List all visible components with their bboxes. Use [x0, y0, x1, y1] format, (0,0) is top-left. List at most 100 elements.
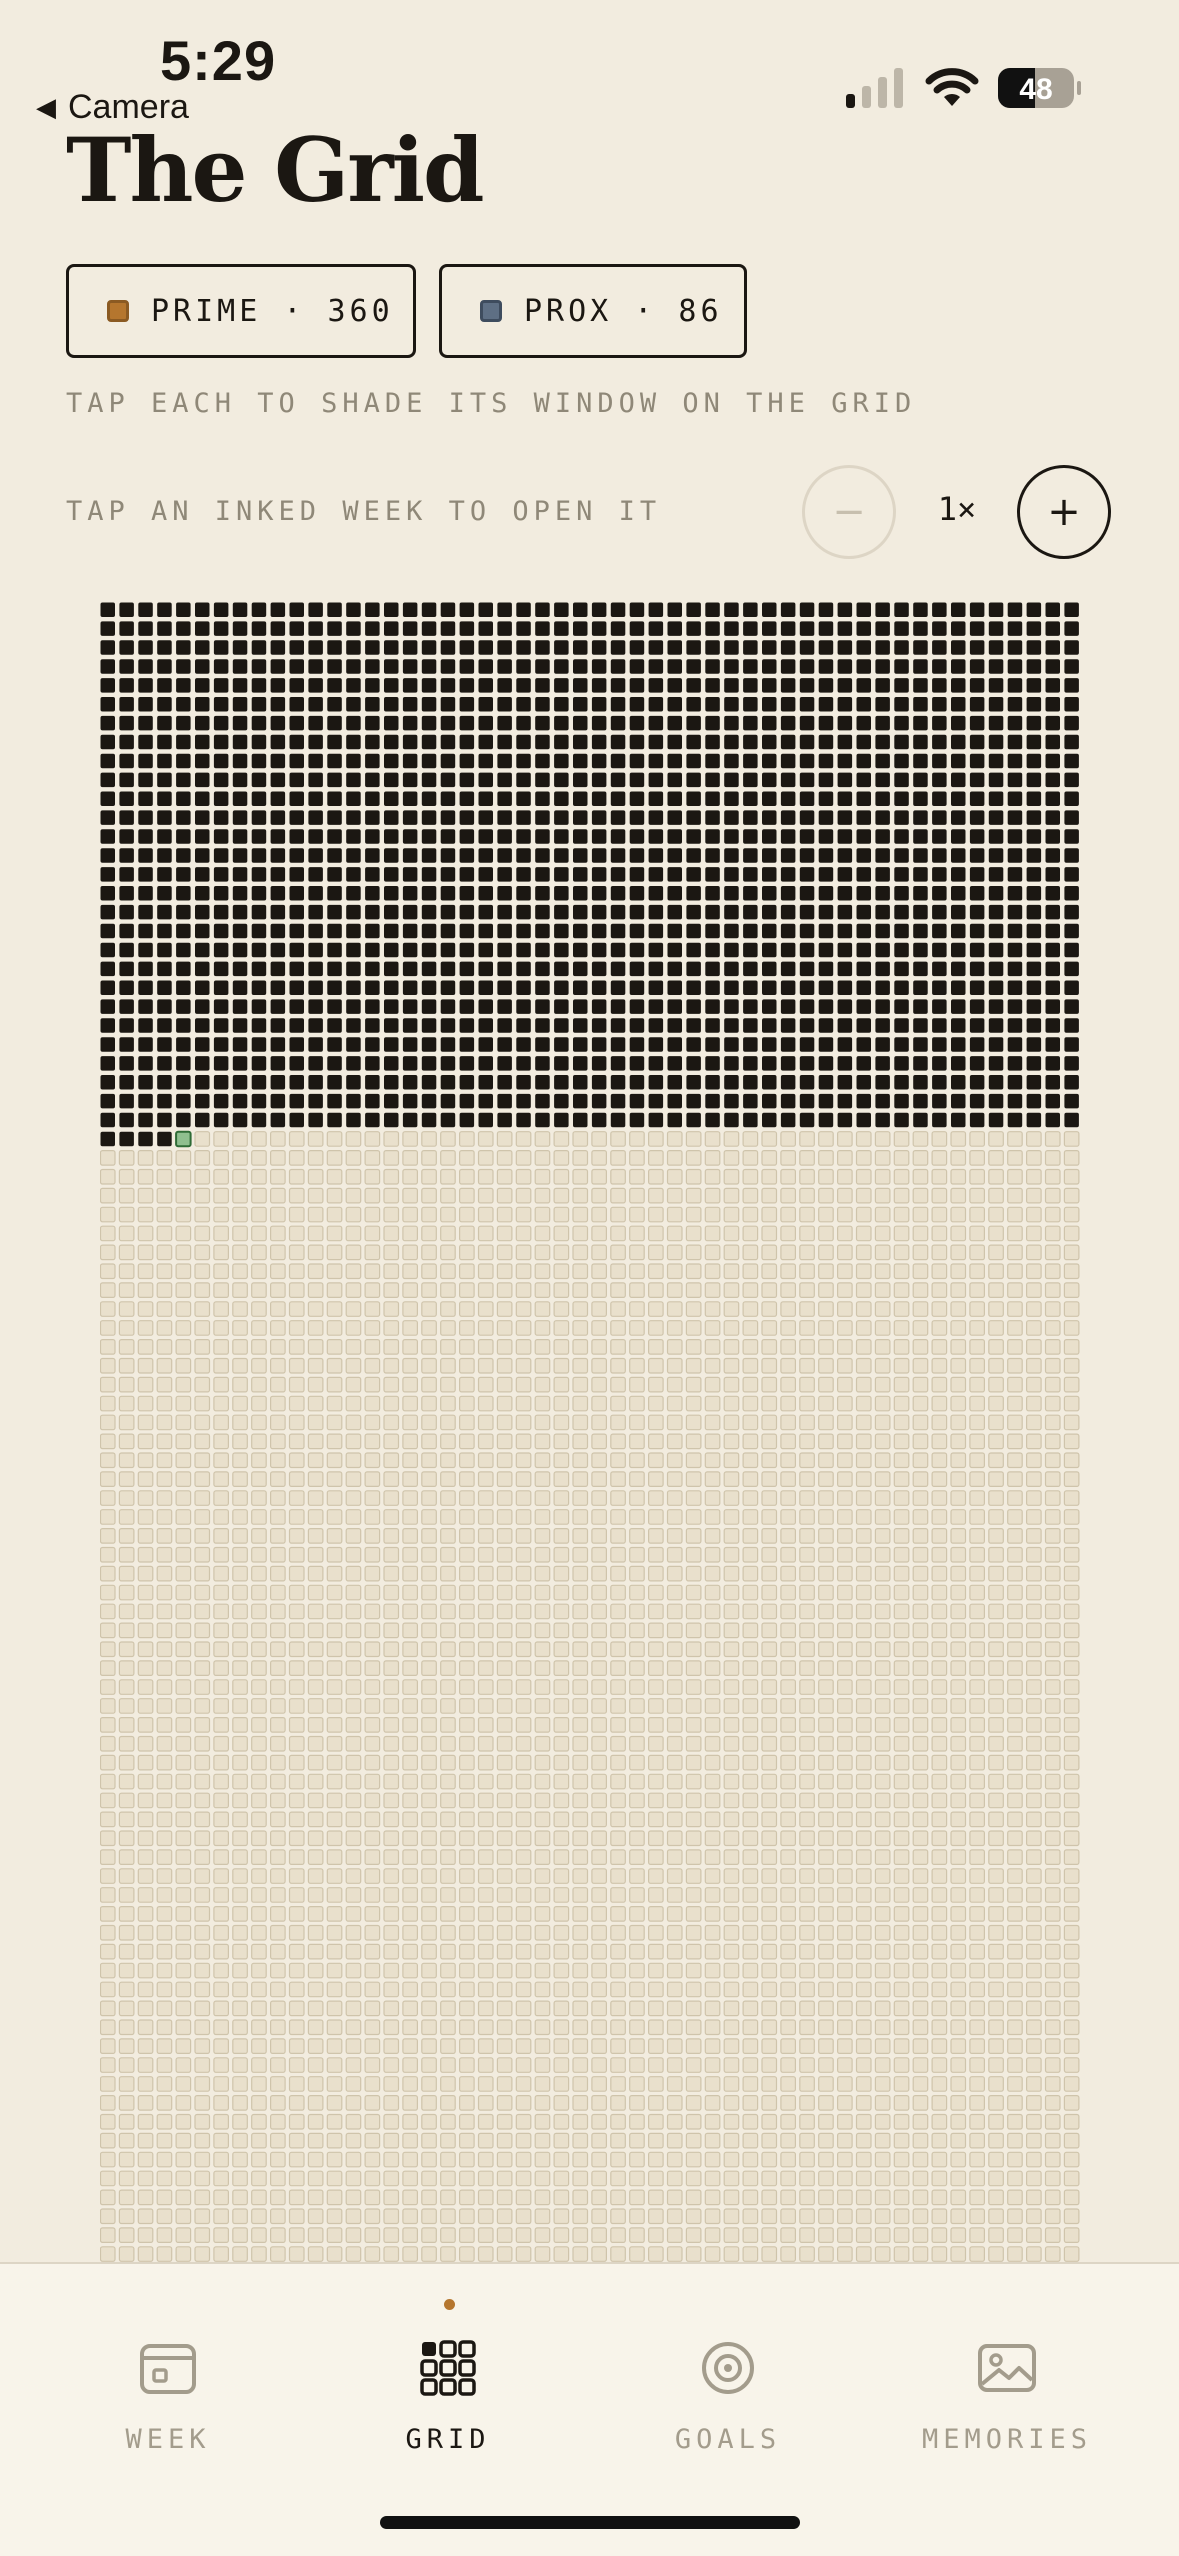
- week-cell-inked[interactable]: [591, 999, 607, 1014]
- week-cell-inked[interactable]: [705, 942, 720, 958]
- week-cell-inked[interactable]: [856, 961, 872, 977]
- week-cell-inked[interactable]: [251, 697, 267, 712]
- week-cell-inked[interactable]: [384, 1075, 399, 1090]
- week-cell-inked[interactable]: [780, 829, 796, 844]
- week-cell-inked[interactable]: [856, 1018, 872, 1033]
- week-cell-inked[interactable]: [1064, 867, 1079, 882]
- week-cell-inked[interactable]: [251, 886, 267, 901]
- week-cell-inked[interactable]: [195, 715, 210, 731]
- week-cell-inked[interactable]: [799, 640, 815, 655]
- week-cell-inked[interactable]: [1064, 942, 1079, 958]
- week-cell-inked[interactable]: [554, 867, 569, 882]
- week-cell-inked[interactable]: [213, 1075, 229, 1090]
- week-cell-inked[interactable]: [232, 697, 248, 712]
- week-cell-inked[interactable]: [969, 772, 985, 788]
- week-cell-inked[interactable]: [308, 829, 323, 844]
- week-cell-inked[interactable]: [384, 867, 399, 882]
- week-cell-inked[interactable]: [535, 904, 550, 920]
- week-cell-inked[interactable]: [421, 1112, 437, 1128]
- week-cell-inked[interactable]: [1007, 1093, 1023, 1109]
- week-cell-inked[interactable]: [988, 697, 1004, 712]
- week-cell-inked[interactable]: [421, 791, 437, 807]
- week-cell-inked[interactable]: [270, 1093, 286, 1109]
- week-cell-inked[interactable]: [837, 1112, 853, 1128]
- week-cell-inked[interactable]: [667, 810, 683, 825]
- week-cell-inked[interactable]: [799, 715, 815, 731]
- week-cell-inked[interactable]: [478, 1037, 494, 1052]
- week-cell-inked[interactable]: [818, 791, 834, 807]
- week-cell-inked[interactable]: [421, 621, 437, 636]
- week-cell-inked[interactable]: [951, 923, 966, 939]
- week-cell-inked[interactable]: [573, 659, 588, 674]
- week-cell-inked[interactable]: [138, 753, 153, 769]
- week-cell-inked[interactable]: [969, 999, 985, 1014]
- week-cell-inked[interactable]: [365, 904, 380, 920]
- week-cell-inked[interactable]: [762, 942, 777, 958]
- week-cell-inked[interactable]: [232, 659, 248, 674]
- week-cell-inked[interactable]: [195, 791, 210, 807]
- week-cell-inked[interactable]: [535, 980, 550, 996]
- week-cell-inked[interactable]: [232, 1093, 248, 1109]
- week-cell-inked[interactable]: [780, 942, 796, 958]
- week-cell-inked[interactable]: [440, 697, 456, 712]
- week-cell-inked[interactable]: [232, 1056, 248, 1071]
- week-cell-inked[interactable]: [724, 621, 739, 636]
- week-cell-inked[interactable]: [1064, 621, 1079, 636]
- week-cell-inked[interactable]: [497, 942, 512, 958]
- week-cell-inked[interactable]: [894, 1075, 909, 1090]
- week-cell-inked[interactable]: [875, 772, 890, 788]
- week-cell-inked[interactable]: [308, 678, 323, 693]
- week-cell-inked[interactable]: [762, 602, 777, 618]
- week-cell-inked[interactable]: [1045, 848, 1061, 863]
- week-cell-inked[interactable]: [837, 980, 853, 996]
- week-cell-inked[interactable]: [459, 1112, 475, 1128]
- week-cell-inked[interactable]: [289, 923, 305, 939]
- week-cell-inked[interactable]: [951, 867, 966, 882]
- week-cell-inked[interactable]: [213, 848, 229, 863]
- week-cell-inked[interactable]: [705, 1056, 720, 1071]
- week-cell-inked[interactable]: [932, 942, 947, 958]
- week-cell-inked[interactable]: [591, 1093, 607, 1109]
- week-cell-inked[interactable]: [648, 1112, 664, 1128]
- week-cell-inked[interactable]: [346, 867, 361, 882]
- week-cell-inked[interactable]: [856, 942, 872, 958]
- week-cell-inked[interactable]: [667, 791, 683, 807]
- week-cell-inked[interactable]: [440, 1037, 456, 1052]
- week-cell-inked[interactable]: [837, 621, 853, 636]
- week-cell-inked[interactable]: [894, 1056, 909, 1071]
- week-cell-inked[interactable]: [289, 886, 305, 901]
- week-cell-inked[interactable]: [270, 1056, 286, 1071]
- week-cell-inked[interactable]: [610, 1112, 626, 1128]
- week-cell-inked[interactable]: [705, 1093, 720, 1109]
- week-cell-inked[interactable]: [1045, 829, 1061, 844]
- week-cell-inked[interactable]: [327, 678, 342, 693]
- week-cell-inked[interactable]: [1026, 923, 1042, 939]
- week-cell-inked[interactable]: [648, 715, 664, 731]
- week-cell-inked[interactable]: [951, 753, 966, 769]
- week-cell-inked[interactable]: [705, 659, 720, 674]
- week-cell-inked[interactable]: [894, 904, 909, 920]
- week-cell-inked[interactable]: [837, 961, 853, 977]
- week-cell-inked[interactable]: [573, 734, 588, 750]
- week-cell-inked[interactable]: [516, 1112, 531, 1128]
- week-cell-inked[interactable]: [894, 640, 909, 655]
- week-cell-inked[interactable]: [1045, 697, 1061, 712]
- week-cell-inked[interactable]: [875, 810, 890, 825]
- week-cell-inked[interactable]: [988, 1093, 1004, 1109]
- week-cell-inked[interactable]: [629, 1018, 645, 1033]
- week-cell-inked[interactable]: [308, 942, 323, 958]
- week-cell-inked[interactable]: [402, 772, 418, 788]
- week-cell-inked[interactable]: [327, 1056, 342, 1071]
- week-cell-inked[interactable]: [1064, 734, 1079, 750]
- week-cell-inked[interactable]: [932, 659, 947, 674]
- week-cell-inked[interactable]: [951, 640, 966, 655]
- week-cell-inked[interactable]: [402, 753, 418, 769]
- week-cell-inked[interactable]: [762, 923, 777, 939]
- week-cell-inked[interactable]: [913, 923, 928, 939]
- week-cell-inked[interactable]: [799, 791, 815, 807]
- week-cell-inked[interactable]: [573, 999, 588, 1014]
- week-cell-inked[interactable]: [894, 753, 909, 769]
- week-cell-inked[interactable]: [421, 867, 437, 882]
- week-cell-inked[interactable]: [591, 734, 607, 750]
- week-cell-inked[interactable]: [610, 999, 626, 1014]
